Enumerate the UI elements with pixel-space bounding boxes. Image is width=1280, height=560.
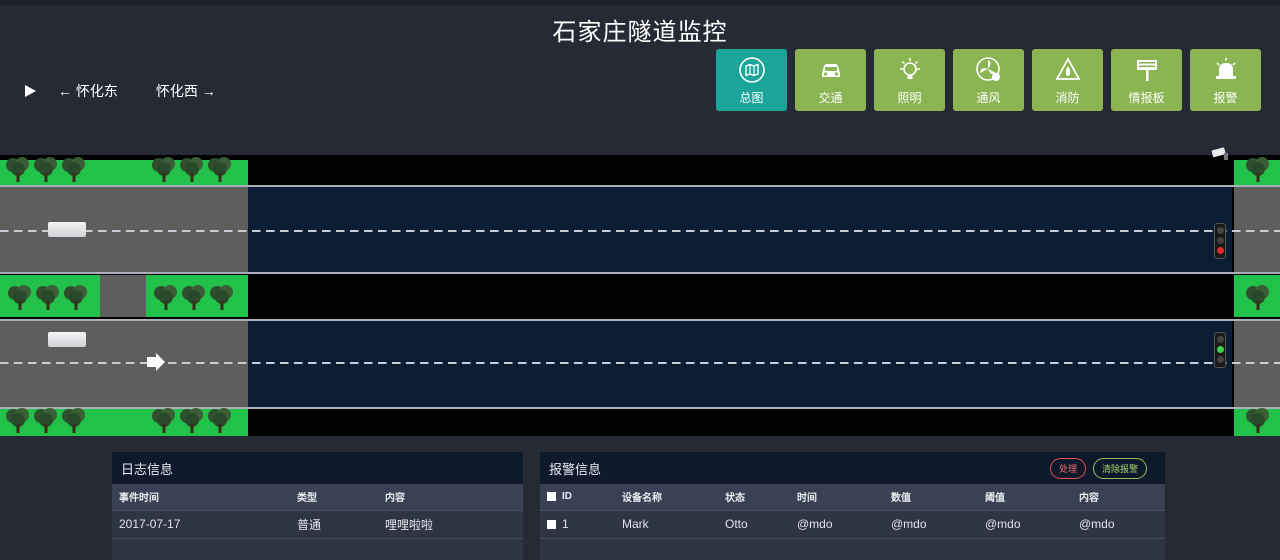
lane-edge-line	[0, 272, 1280, 274]
nav-button-label: 通风	[976, 91, 1001, 105]
tree-icon	[1246, 285, 1269, 310]
tree-icon	[152, 408, 175, 433]
alarm-cell-time: @mdo	[790, 510, 884, 539]
log-cell-type: 普通	[290, 510, 378, 539]
alarm-cell-threshold: @mdo	[978, 510, 1072, 539]
fan-icon	[974, 55, 1004, 85]
map-icon	[737, 55, 767, 85]
nav-button-fire[interactable]: 消防	[1032, 49, 1103, 111]
alarm-column-value: 数值	[884, 484, 978, 511]
lane-edge-line	[0, 319, 1280, 321]
nav-button-lighting[interactable]: 照明	[874, 49, 945, 111]
info-board-icon	[1132, 55, 1162, 85]
tree-icon	[1246, 408, 1269, 433]
traffic-light-icon[interactable]	[1214, 332, 1226, 368]
tree-icon	[210, 285, 233, 310]
nav-button-label: 总图	[739, 91, 764, 105]
alarm-cell-content: @mdo	[1072, 510, 1165, 539]
tree-icon	[62, 408, 85, 433]
alarm-panel-title: 报警信息	[549, 461, 602, 477]
select-all-checkbox[interactable]	[547, 492, 556, 502]
alarm-panel-header: 报警信息 处理 清除报警	[540, 452, 1165, 484]
log-cell-time: 2017-07-17	[112, 510, 290, 539]
play-icon[interactable]	[25, 85, 36, 97]
alarm-column-status: 状态	[718, 484, 790, 511]
lane-center-dash	[0, 230, 1280, 232]
tree-icon	[152, 157, 175, 182]
direction-east-link[interactable]: ← 怀化东	[58, 81, 118, 101]
lightbulb-icon	[895, 55, 925, 85]
road-crossing	[100, 275, 146, 317]
nav-button-group: 总图 交通 照明 通风 消防 情报板 报警	[716, 49, 1269, 111]
nav-button-traffic[interactable]: 交通	[795, 49, 866, 111]
alarm-icon	[1211, 55, 1241, 85]
nav-button-label: 情报板	[1128, 91, 1165, 105]
alarm-cell-status: Otto	[718, 510, 790, 539]
page-title: 石家庄隧道监控	[552, 19, 728, 46]
alarm-cell-value: @mdo	[884, 510, 978, 539]
tree-icon	[8, 285, 31, 310]
nav-button-alarm[interactable]: 报警	[1190, 49, 1261, 111]
alarm-column-content: 内容	[1072, 484, 1165, 511]
nav-button-overview[interactable]: 总图	[716, 49, 787, 111]
nav-button-label: 报警	[1213, 91, 1238, 105]
alarm-column-device: 设备名称	[615, 484, 718, 511]
nav-button-ventilation[interactable]: 通风	[953, 49, 1024, 111]
alarm-column-threshold: 阈值	[978, 484, 1072, 511]
tree-icon	[34, 408, 57, 433]
vehicle-icon[interactable]	[48, 332, 86, 347]
tree-icon	[180, 157, 203, 182]
clear-alarm-button[interactable]: 清除报警	[1092, 458, 1147, 479]
alarm-column-time: 时间	[790, 484, 884, 511]
alarm-cell-id: 1	[540, 510, 615, 539]
tree-icon	[208, 408, 231, 433]
nav-button-label: 交通	[818, 91, 843, 105]
log-panel-header: 日志信息	[112, 452, 523, 484]
nav-button-info-board[interactable]: 情报板	[1111, 49, 1182, 111]
tree-icon	[182, 285, 205, 310]
lane-edge-line	[0, 185, 1280, 187]
fire-icon	[1053, 55, 1083, 85]
direction-nav: ← 怀化东 怀化西 →	[22, 82, 216, 100]
tree-icon	[62, 157, 85, 182]
table-row[interactable]: 1 Mark Otto @mdo @mdo @mdo @mdo	[540, 510, 1165, 539]
row-checkbox[interactable]	[547, 520, 556, 530]
tree-icon	[208, 157, 231, 182]
handle-alarm-button[interactable]: 处理	[1049, 458, 1086, 479]
vehicle-icon[interactable]	[48, 222, 86, 237]
tree-icon	[180, 408, 203, 433]
log-column-content: 内容	[378, 484, 523, 511]
alarm-table: ID 设备名称 状态 时间 数值 阈值 内容 1 Mark Otto @mdo …	[540, 484, 1165, 539]
traffic-light-icon[interactable]	[1214, 223, 1226, 259]
lane-arrow-icon	[147, 353, 165, 371]
log-panel: 日志信息 事件时间 类型 内容 2017-07-17 普通 哩哩啦啦	[112, 452, 523, 560]
tree-icon	[154, 285, 177, 310]
log-column-type: 类型	[290, 484, 378, 511]
lane-center-dash	[0, 362, 1280, 364]
alarm-panel: 报警信息 处理 清除报警 ID 设备名称 状态 时间 数值 阈值 内容 1 Ma…	[540, 452, 1165, 560]
tree-icon	[6, 157, 29, 182]
tree-icon	[6, 408, 29, 433]
alarm-cell-device: Mark	[615, 510, 718, 539]
tree-icon	[1246, 157, 1269, 182]
tree-icon	[34, 157, 57, 182]
tree-icon	[64, 285, 87, 310]
nav-button-label: 照明	[897, 91, 922, 105]
table-row[interactable]: 2017-07-17 普通 哩哩啦啦	[112, 510, 523, 539]
tunnel-map	[0, 147, 1280, 436]
direction-west-link[interactable]: 怀化西 →	[156, 81, 216, 101]
log-panel-title: 日志信息	[121, 461, 174, 477]
log-table: 事件时间 类型 内容 2017-07-17 普通 哩哩啦啦	[112, 484, 523, 539]
top-strip	[0, 0, 1280, 5]
tree-icon	[36, 285, 59, 310]
alarm-column-id: ID	[540, 484, 615, 511]
car-icon	[816, 55, 846, 85]
log-column-time: 事件时间	[112, 484, 290, 511]
nav-button-label: 消防	[1055, 91, 1080, 105]
log-cell-content: 哩哩啦啦	[378, 510, 523, 539]
camera-icon[interactable]	[1210, 146, 1230, 162]
